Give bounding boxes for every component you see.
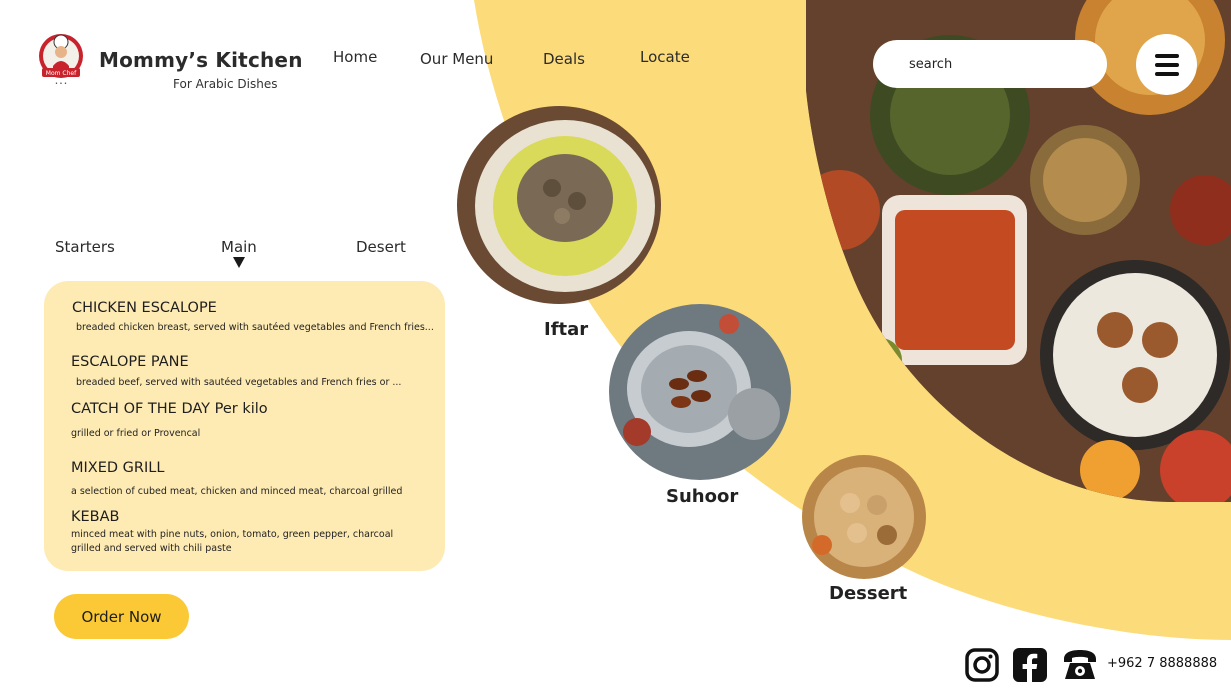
svg-text:Mom Chef: Mom Chef: [46, 70, 77, 77]
menu-item-desc: breaded chicken breast, served with saut…: [76, 322, 434, 333]
category-label-iftar[interactable]: Iftar: [544, 319, 588, 340]
menu-item-name[interactable]: MIXED GRILL: [71, 460, 164, 476]
menu-item-desc: minced meat with pine nuts, onion, tomat…: [71, 529, 394, 554]
nav-our-menu[interactable]: Our Menu: [420, 50, 493, 68]
menu-item-desc: grilled or fried or Provencal: [71, 428, 201, 439]
menu-item-name[interactable]: KEBAB: [71, 509, 119, 525]
hamburger-menu-button[interactable]: [1136, 34, 1197, 95]
category-label-suhoor[interactable]: Suhoor: [666, 486, 738, 507]
iftar-image[interactable]: [457, 106, 662, 304]
tab-desert[interactable]: Desert: [356, 238, 406, 256]
instagram-icon[interactable]: [965, 648, 999, 682]
nav-locate[interactable]: Locate: [640, 48, 690, 66]
svg-text:• • •: • • •: [55, 81, 67, 87]
menu-item-desc: a selection of cubed meat, chicken and m…: [71, 486, 403, 497]
nav-home[interactable]: Home: [333, 48, 377, 66]
tab-starters[interactable]: Starters: [55, 238, 115, 256]
nav-deals[interactable]: Deals: [543, 50, 585, 68]
menu-item-desc: breaded beef, served with sautéed vegeta…: [76, 377, 402, 388]
category-label-dessert[interactable]: Dessert: [829, 583, 907, 604]
phone-number[interactable]: +962 7 8888888: [1107, 656, 1217, 671]
menu-item-name[interactable]: CATCH OF THE DAY Per kilo: [71, 401, 268, 417]
suhoor-image[interactable]: [609, 304, 792, 480]
order-now-button[interactable]: Order Now: [54, 594, 189, 639]
menu-item-name[interactable]: CHICKEN ESCALOPE: [72, 300, 217, 316]
telephone-icon[interactable]: [1062, 649, 1098, 681]
hamburger-icon: [1154, 53, 1179, 58]
tab-main[interactable]: Main: [221, 238, 257, 256]
facebook-icon[interactable]: [1013, 648, 1047, 682]
brand-subtitle: For Arabic Dishes: [173, 77, 278, 91]
brand-title: Mommy’s Kitchen: [99, 48, 303, 72]
menu-list-card: CHICKEN ESCALOPE breaded chicken breast,…: [44, 281, 445, 571]
search-input[interactable]: [873, 40, 1107, 88]
menu-item-name[interactable]: ESCALOPE PANE: [71, 354, 189, 370]
dessert-image[interactable]: [802, 455, 927, 579]
active-tab-indicator-icon: [233, 257, 245, 268]
brand-logo[interactable]: Mom Chef • • •: [38, 30, 84, 88]
